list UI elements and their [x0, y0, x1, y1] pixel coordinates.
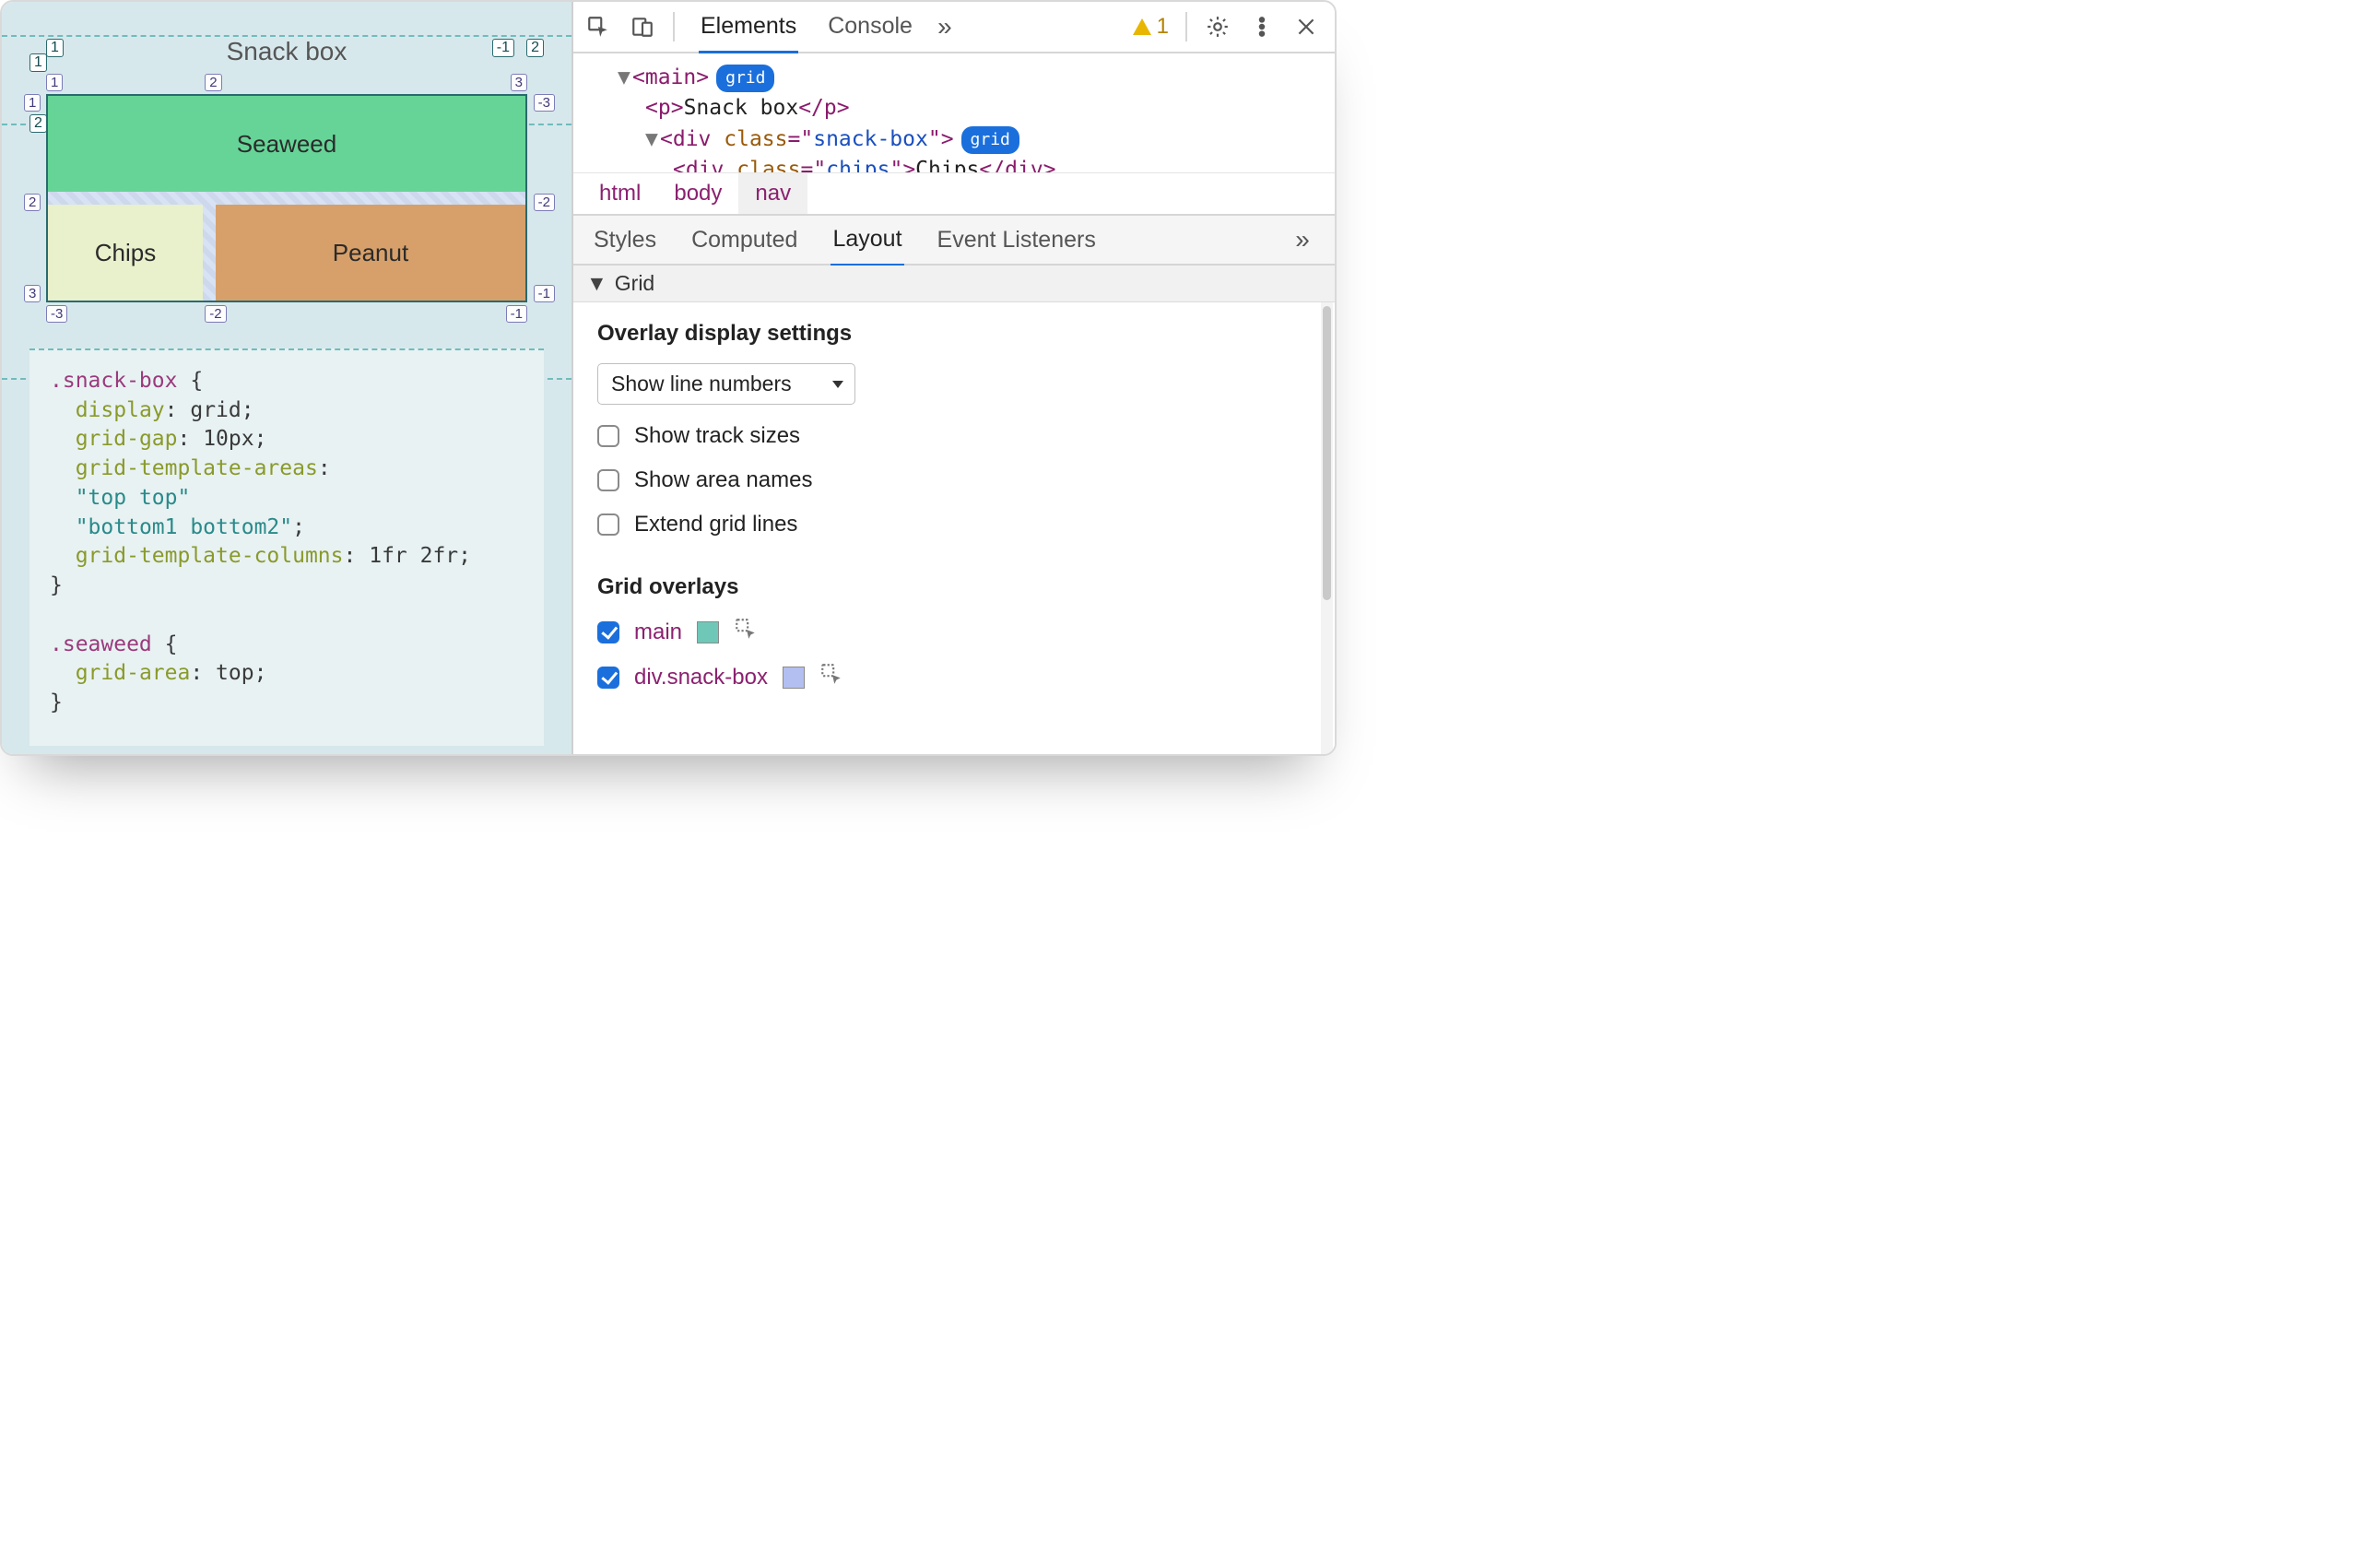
close-icon[interactable]: [1292, 13, 1320, 41]
section-grid-header[interactable]: ▼Grid: [573, 266, 1335, 302]
crumb-body[interactable]: body: [657, 173, 738, 214]
checkbox[interactable]: [597, 667, 619, 689]
checkbox[interactable]: [597, 469, 619, 491]
overlay-item-snackbox: div.snack-box: [597, 662, 1311, 692]
overlay-element-name[interactable]: div.snack-box: [634, 665, 768, 690]
reveal-in-elements-icon[interactable]: [819, 662, 843, 692]
color-swatch[interactable]: [697, 621, 719, 643]
crumb-html[interactable]: html: [583, 173, 657, 214]
main-tabs: Elements Console: [699, 2, 914, 52]
toolbar-sep: [673, 12, 675, 41]
devtools-subtabs: Styles Computed Layout Event Listeners »: [573, 216, 1335, 266]
snack-box-grid: Seaweed Chips Peanut: [46, 94, 527, 302]
inspect-icon[interactable]: [584, 13, 612, 41]
devtools-pane: Elements Console » 1 ▼<main>grid: [573, 2, 1335, 754]
cell-chips: Chips: [48, 205, 203, 301]
inner-col-num: 2: [205, 74, 221, 91]
breadcrumb: html body nav: [573, 173, 1335, 216]
grid-badge[interactable]: grid: [716, 65, 774, 92]
checkbox[interactable]: [597, 513, 619, 536]
subtab-layout[interactable]: Layout: [831, 215, 903, 266]
inner-row-neg: -3: [534, 94, 555, 112]
dom-node-main[interactable]: ▼<main>grid: [594, 63, 1324, 93]
tab-console[interactable]: Console: [826, 2, 914, 52]
dom-node-chips[interactable]: <div class="chips">Chips</div>: [594, 155, 1324, 173]
subtab-event-listeners[interactable]: Event Listeners: [936, 216, 1098, 265]
overlay-item-main: main: [597, 617, 1311, 647]
page-wrap: Snack box 1 2 3 1 2 3 -3 -2 -1 -3 -2 -1: [29, 37, 544, 746]
dom-node-p[interactable]: <p>Snack box</p>: [594, 93, 1324, 124]
scrollbar[interactable]: [1321, 302, 1333, 754]
inner-row-num: 3: [24, 285, 41, 302]
dom-node-snackbox[interactable]: ▼<div class="snack-box">grid: [594, 124, 1324, 155]
warning-count: 1: [1157, 14, 1169, 40]
inner-col-num: 3: [511, 74, 527, 91]
inner-col-num: 1: [46, 74, 63, 91]
warning-icon: [1133, 18, 1151, 35]
check-area-names[interactable]: Show area names: [597, 467, 1311, 493]
checkbox-label: Extend grid lines: [634, 512, 797, 537]
inner-row-num: 1: [24, 94, 41, 112]
grid-badge[interactable]: grid: [961, 126, 1019, 154]
inner-col-neg: -3: [46, 305, 67, 323]
overlay-element-name[interactable]: main: [634, 620, 682, 645]
subtab-computed[interactable]: Computed: [689, 216, 799, 265]
inner-row-num: 2: [24, 194, 41, 211]
device-toggle-icon[interactable]: [629, 13, 656, 41]
toolbar-sep: [1185, 12, 1187, 41]
dom-tree[interactable]: ▼<main>grid <p>Snack box</p> ▼<div class…: [573, 53, 1335, 173]
cell-peanut: Peanut: [216, 205, 525, 301]
checkbox[interactable]: [597, 621, 619, 643]
inner-col-neg: -1: [506, 305, 527, 323]
check-extend-lines[interactable]: Extend grid lines: [597, 512, 1311, 537]
devtools-toolbar: Elements Console » 1: [573, 2, 1335, 53]
app-window: 1 -1 1 2 3 2 Snack box 1 2 3 1 2 3 -3 -2…: [0, 0, 1337, 756]
color-swatch[interactable]: [783, 667, 805, 689]
line-numbers-select[interactable]: Show line numbers: [597, 363, 855, 405]
overlay-settings-heading: Overlay display settings: [597, 321, 1311, 347]
inner-col-neg: -2: [205, 305, 226, 323]
warning-badge[interactable]: 1: [1133, 14, 1169, 40]
subtab-styles[interactable]: Styles: [592, 216, 658, 265]
more-tabs-icon[interactable]: »: [931, 13, 959, 41]
crumb-nav[interactable]: nav: [738, 173, 807, 214]
kebab-icon[interactable]: [1248, 13, 1276, 41]
more-subtabs-icon[interactable]: »: [1289, 226, 1316, 254]
checkbox-label: Show area names: [634, 467, 812, 493]
css-code-block: .snack-box { display: grid; grid-gap: 10…: [29, 348, 544, 746]
grid-overlays-heading: Grid overlays: [597, 574, 1311, 600]
page-title: Snack box: [29, 37, 544, 66]
check-track-sizes[interactable]: Show track sizes: [597, 423, 1311, 449]
checkbox[interactable]: [597, 425, 619, 447]
cell-seaweed: Seaweed: [48, 96, 525, 192]
triangle-down-icon: ▼: [586, 271, 607, 296]
content-pane: 1 -1 1 2 3 2 Snack box 1 2 3 1 2 3 -3 -2…: [2, 2, 573, 754]
snack-box-wrap: 1 2 3 1 2 3 -3 -2 -1 -3 -2 -1 Seaweed Ch…: [46, 94, 527, 302]
reveal-in-elements-icon[interactable]: [734, 617, 758, 647]
gear-icon[interactable]: [1204, 13, 1231, 41]
select-label: Show line numbers: [611, 372, 792, 395]
inner-row-neg: -2: [534, 194, 555, 211]
inner-row-neg: -1: [534, 285, 555, 302]
checkbox-label: Show track sizes: [634, 423, 800, 449]
layout-pane-body: Overlay display settings Show line numbe…: [573, 302, 1335, 754]
tab-elements[interactable]: Elements: [699, 2, 798, 53]
